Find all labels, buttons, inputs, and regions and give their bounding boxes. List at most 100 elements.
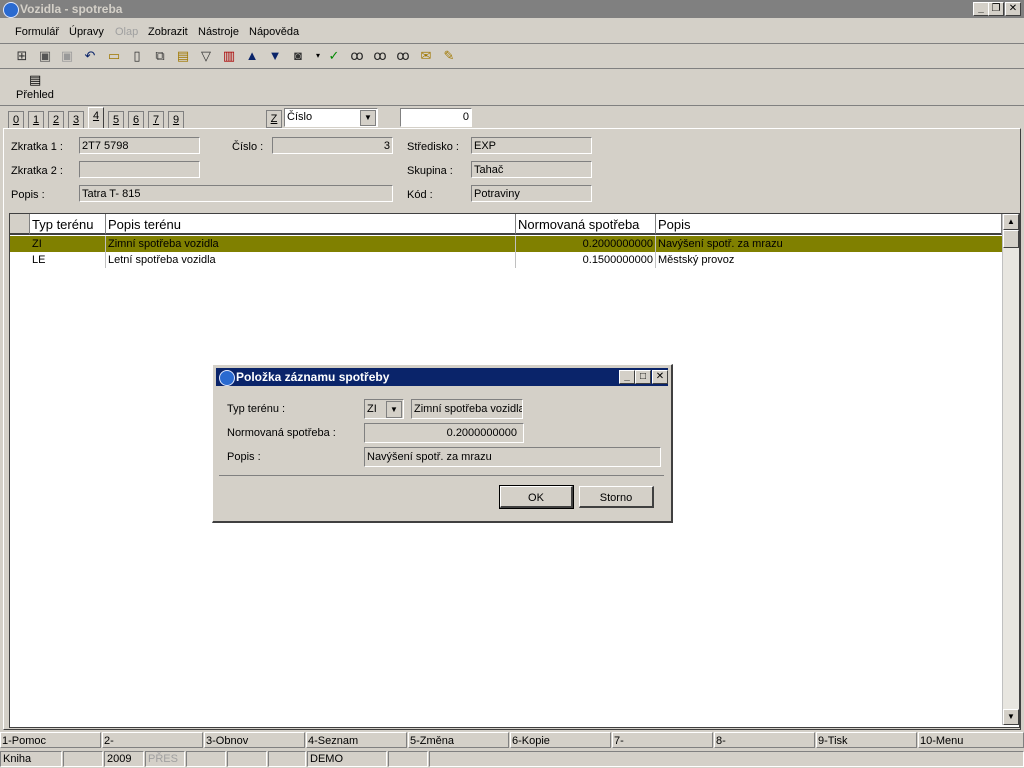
filter-icon[interactable]: ▽ [198, 48, 214, 64]
tab-9[interactable]: 9 [168, 111, 184, 128]
table-row[interactable]: ZI Zimní spotřeba vozidla 0.2000000000 N… [10, 236, 1002, 252]
arrow-down-icon[interactable]: ▼ [267, 48, 283, 64]
dropdown-arrow-icon[interactable]: ▾ [310, 48, 326, 64]
copy-icon[interactable]: ⧉ [152, 48, 168, 64]
stredisko-label: Středisko : [407, 141, 459, 153]
skupina-label: Skupina : [407, 165, 453, 177]
menu-zobrazit[interactable]: Zobrazit [148, 26, 188, 38]
status-empty-5 [388, 751, 428, 767]
sort-field-select[interactable]: Číslo ▼ [284, 108, 378, 127]
scroll-thumb[interactable] [1003, 230, 1019, 248]
dialog-popis-input[interactable]: Navýšení spotř. za mrazu [364, 447, 661, 467]
tab-0[interactable]: 0 [8, 111, 24, 128]
binoculars-icon[interactable]: ꝏ [349, 48, 365, 64]
dialog-title-bar: Položka záznamu spotřeby _ □ ✕ [216, 368, 668, 386]
cell-popis-terenu: Letní spotřeba vozidla [106, 252, 516, 268]
dialog-typ-select[interactable]: ZI ▼ [364, 399, 404, 419]
tab-2[interactable]: 2 [48, 111, 64, 128]
tab-7[interactable]: 7 [148, 111, 164, 128]
dialog-maximize-button[interactable]: □ [635, 370, 651, 384]
overview-icon[interactable]: ▤ [29, 72, 41, 88]
scroll-down-icon[interactable]: ▼ [1003, 709, 1019, 725]
arrow-up-icon[interactable]: ▲ [244, 48, 260, 64]
cell-typ: ZI [30, 236, 106, 252]
sort-key-button[interactable]: Z [266, 110, 282, 128]
restore-button[interactable]: ❐ [988, 2, 1004, 16]
tab-4[interactable]: 4 [88, 107, 104, 129]
kod-label: Kód : [407, 189, 433, 201]
cell-popis-terenu: Zimní spotřeba vozidla [106, 236, 516, 252]
cell-spotreba: 0.2000000000 [516, 236, 656, 252]
zkratka2-label: Zkratka 2 : [11, 165, 63, 177]
binoculars-2-icon[interactable]: ꝏ [372, 48, 388, 64]
window-title-bar: Vozidla - spotreba _ ❐ ✕ [0, 0, 1024, 18]
zkratka1-label: Zkratka 1 : [11, 141, 63, 153]
menu-upravy[interactable]: Úpravy [69, 26, 104, 38]
binoculars-3-icon[interactable]: ꝏ [395, 48, 411, 64]
skupina-field[interactable]: Tahač [471, 161, 592, 178]
tab-3[interactable]: 3 [68, 111, 84, 128]
book-icon[interactable]: ▤ [175, 48, 191, 64]
ok-button[interactable]: OK [499, 485, 574, 509]
status-empty-6 [429, 751, 1024, 767]
menu-olap[interactable]: Olap [115, 26, 138, 38]
cancel-button[interactable]: Storno [579, 486, 654, 508]
dialog-spotreba-input[interactable]: 0.2000000000 [364, 423, 524, 443]
save-disabled-icon[interactable]: ▣ [59, 48, 75, 64]
notes-icon[interactable]: ✎ [441, 48, 457, 64]
fkey-3[interactable]: 3-Obnov [204, 732, 305, 748]
dialog-title: Položka záznamu spotřeby [236, 370, 390, 384]
dialog-close-button[interactable]: ✕ [652, 370, 668, 384]
fkey-1[interactable]: 1-Pomoc [0, 732, 101, 748]
kod-field[interactable]: Potraviny [471, 185, 592, 202]
tab-5[interactable]: 5 [108, 111, 124, 128]
fkey-9[interactable]: 9-Tisk [816, 732, 917, 748]
dialog-typ-label: Typ terénu : [227, 403, 286, 415]
camera-icon[interactable]: ◙ [290, 48, 306, 64]
fkey-2[interactable]: 2- [102, 732, 203, 748]
fkey-6[interactable]: 6-Kopie [510, 732, 611, 748]
undo-icon[interactable]: ↶ [82, 48, 98, 64]
tree-icon[interactable]: ⊞ [14, 48, 30, 64]
scroll-up-icon[interactable]: ▲ [1003, 214, 1019, 230]
dialog-minimize-button[interactable]: _ [619, 370, 635, 384]
fkey-10[interactable]: 10-Menu [918, 732, 1024, 748]
menu-bar: Formulář Úpravy Olap Zobrazit Nástroje N… [0, 19, 1024, 44]
filter-list-icon[interactable]: ▥ [221, 48, 237, 64]
new-document-icon[interactable]: ▯ [129, 48, 145, 64]
open-folder-icon[interactable]: ▭ [106, 48, 122, 64]
fkey-8[interactable]: 8- [714, 732, 815, 748]
fkey-5[interactable]: 5-Změna [408, 732, 509, 748]
close-button[interactable]: ✕ [1005, 2, 1021, 16]
cislo-field[interactable]: 3 [272, 137, 393, 154]
menu-formular[interactable]: Formulář [15, 26, 59, 38]
cislo-label: Číslo : [232, 141, 264, 153]
sort-value-input[interactable]: 0 [400, 108, 472, 127]
view-bar: ▤ Přehled [0, 69, 1024, 106]
status-database: DEMO [307, 751, 387, 767]
minimize-button[interactable]: _ [973, 2, 989, 16]
fkey-7[interactable]: 7- [612, 732, 713, 748]
table-row[interactable]: LE Letní spotřeba vozidla 0.1500000000 M… [10, 252, 1002, 268]
stredisko-field[interactable]: EXP [471, 137, 592, 154]
vertical-scrollbar[interactable]: ▲ ▼ [1002, 214, 1019, 725]
chevron-down-icon[interactable]: ▼ [360, 110, 376, 126]
mail-icon[interactable]: ✉ [418, 48, 434, 64]
save-icon[interactable]: ▣ [37, 48, 53, 64]
sort-field-value: Číslo [287, 111, 313, 123]
fkey-4[interactable]: 4-Seznam [306, 732, 407, 748]
column-header-normovana-spotreba[interactable]: Normovaná spotřeba [516, 214, 656, 235]
zkratka2-field[interactable] [79, 161, 200, 178]
zkratka1-field[interactable]: 2T7 5798 [79, 137, 200, 154]
column-header-popis[interactable]: Popis [656, 214, 1002, 235]
popis-field[interactable]: Tatra T- 815 [79, 185, 393, 202]
person-check-icon[interactable]: ✓ [326, 48, 342, 64]
menu-napoveda[interactable]: Nápověda [249, 26, 299, 38]
overview-button[interactable]: Přehled [16, 89, 54, 101]
chevron-down-icon[interactable]: ▼ [386, 401, 402, 418]
tab-1[interactable]: 1 [28, 111, 44, 128]
menu-nastroje[interactable]: Nástroje [198, 26, 239, 38]
tab-6[interactable]: 6 [128, 111, 144, 128]
column-header-typ-terenu[interactable]: Typ terénu [30, 214, 106, 235]
column-header-popis-terenu[interactable]: Popis terénu [106, 214, 516, 235]
